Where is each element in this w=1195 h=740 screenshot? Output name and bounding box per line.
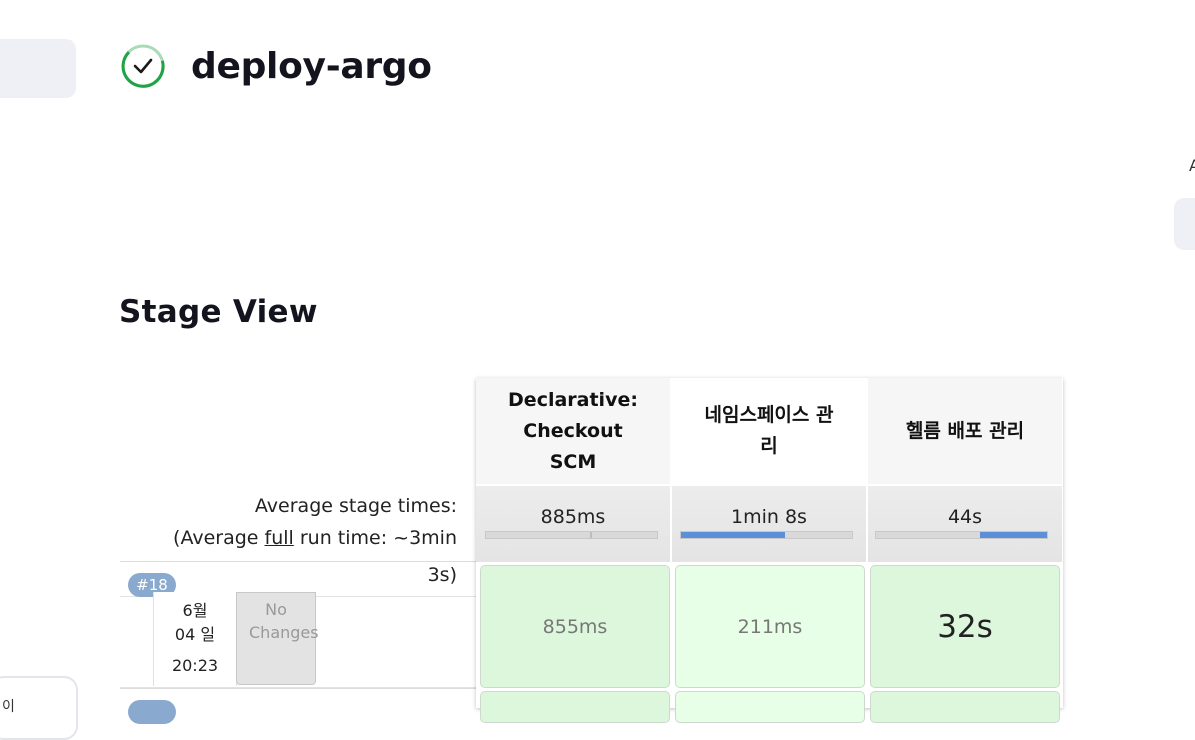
avg-progress-fill (681, 532, 786, 538)
build-date: 6월 04 일 20:23 (153, 592, 237, 686)
stage-name: Declarative: Checkout SCM (508, 388, 638, 473)
full-run-link[interactable]: full (265, 527, 294, 549)
avg-progress-marker (590, 532, 593, 538)
stage-header-namespace: 네임스페이스 관리 (672, 378, 866, 484)
avg-progress-bar (680, 531, 853, 539)
side-panel-card (0, 39, 76, 98)
stage-cell-next[interactable] (480, 691, 670, 723)
success-check-icon (121, 44, 165, 88)
stage-cell-next[interactable] (870, 691, 1060, 723)
average-full-prefix: (Average (173, 527, 265, 549)
stage-view-table: Declarative: Checkout SCM 네임스페이스 관리 헬름 배… (476, 378, 1063, 723)
side-panel-button-label: 이 (2, 699, 15, 715)
avg-cell-namespace: 1min 8s (672, 486, 866, 562)
avg-stage-time: 44s (947, 506, 983, 528)
right-panel-button[interactable] (1174, 198, 1195, 250)
avg-cell-helm: 44s (868, 486, 1062, 562)
average-label-text: Average stage times: (254, 495, 457, 517)
page-title: deploy-argo (191, 45, 432, 87)
stage-cell-helm[interactable]: 32s (870, 565, 1060, 688)
side-panel-button[interactable]: 이 (0, 676, 78, 740)
build-date-day: 6월 04 일 (174, 601, 216, 644)
average-stage-times-label: Average stage times: (Average full run t… (120, 490, 457, 561)
avg-progress-fill (980, 532, 1047, 538)
build-number-badge[interactable] (128, 700, 176, 724)
row-divider (120, 688, 476, 689)
row-divider (120, 561, 476, 562)
build-date-time: 20:23 (171, 656, 219, 675)
stage-cell-checkout[interactable]: 855ms (480, 565, 670, 688)
stage-name: 네임스페이스 관리 (704, 404, 834, 457)
avg-stage-time: 885ms (540, 506, 606, 528)
avg-progress-bar (875, 531, 1048, 539)
job-header: deploy-argo (120, 43, 432, 89)
stage-cell-next[interactable] (675, 691, 865, 723)
no-changes-label: No Changes (249, 600, 319, 642)
right-panel-label: A (1189, 156, 1195, 175)
stage-header-helm: 헬름 배포 관리 (868, 378, 1062, 484)
average-full-suffix: run time: ~3min (293, 527, 457, 549)
average-full-run-text: (Average full run time: ~3min (120, 522, 457, 554)
stage-cell-namespace[interactable]: 211ms (675, 565, 865, 688)
avg-progress-bar (485, 531, 658, 539)
avg-stage-time: 1min 8s (731, 506, 807, 528)
no-changes-box[interactable]: No Changes (236, 592, 319, 685)
stage-name: 헬름 배포 관리 (905, 419, 1025, 442)
stage-header-checkout: Declarative: Checkout SCM (476, 378, 670, 484)
stage-view-title: Stage View (119, 294, 318, 330)
avg-cell-checkout: 885ms (476, 486, 670, 562)
